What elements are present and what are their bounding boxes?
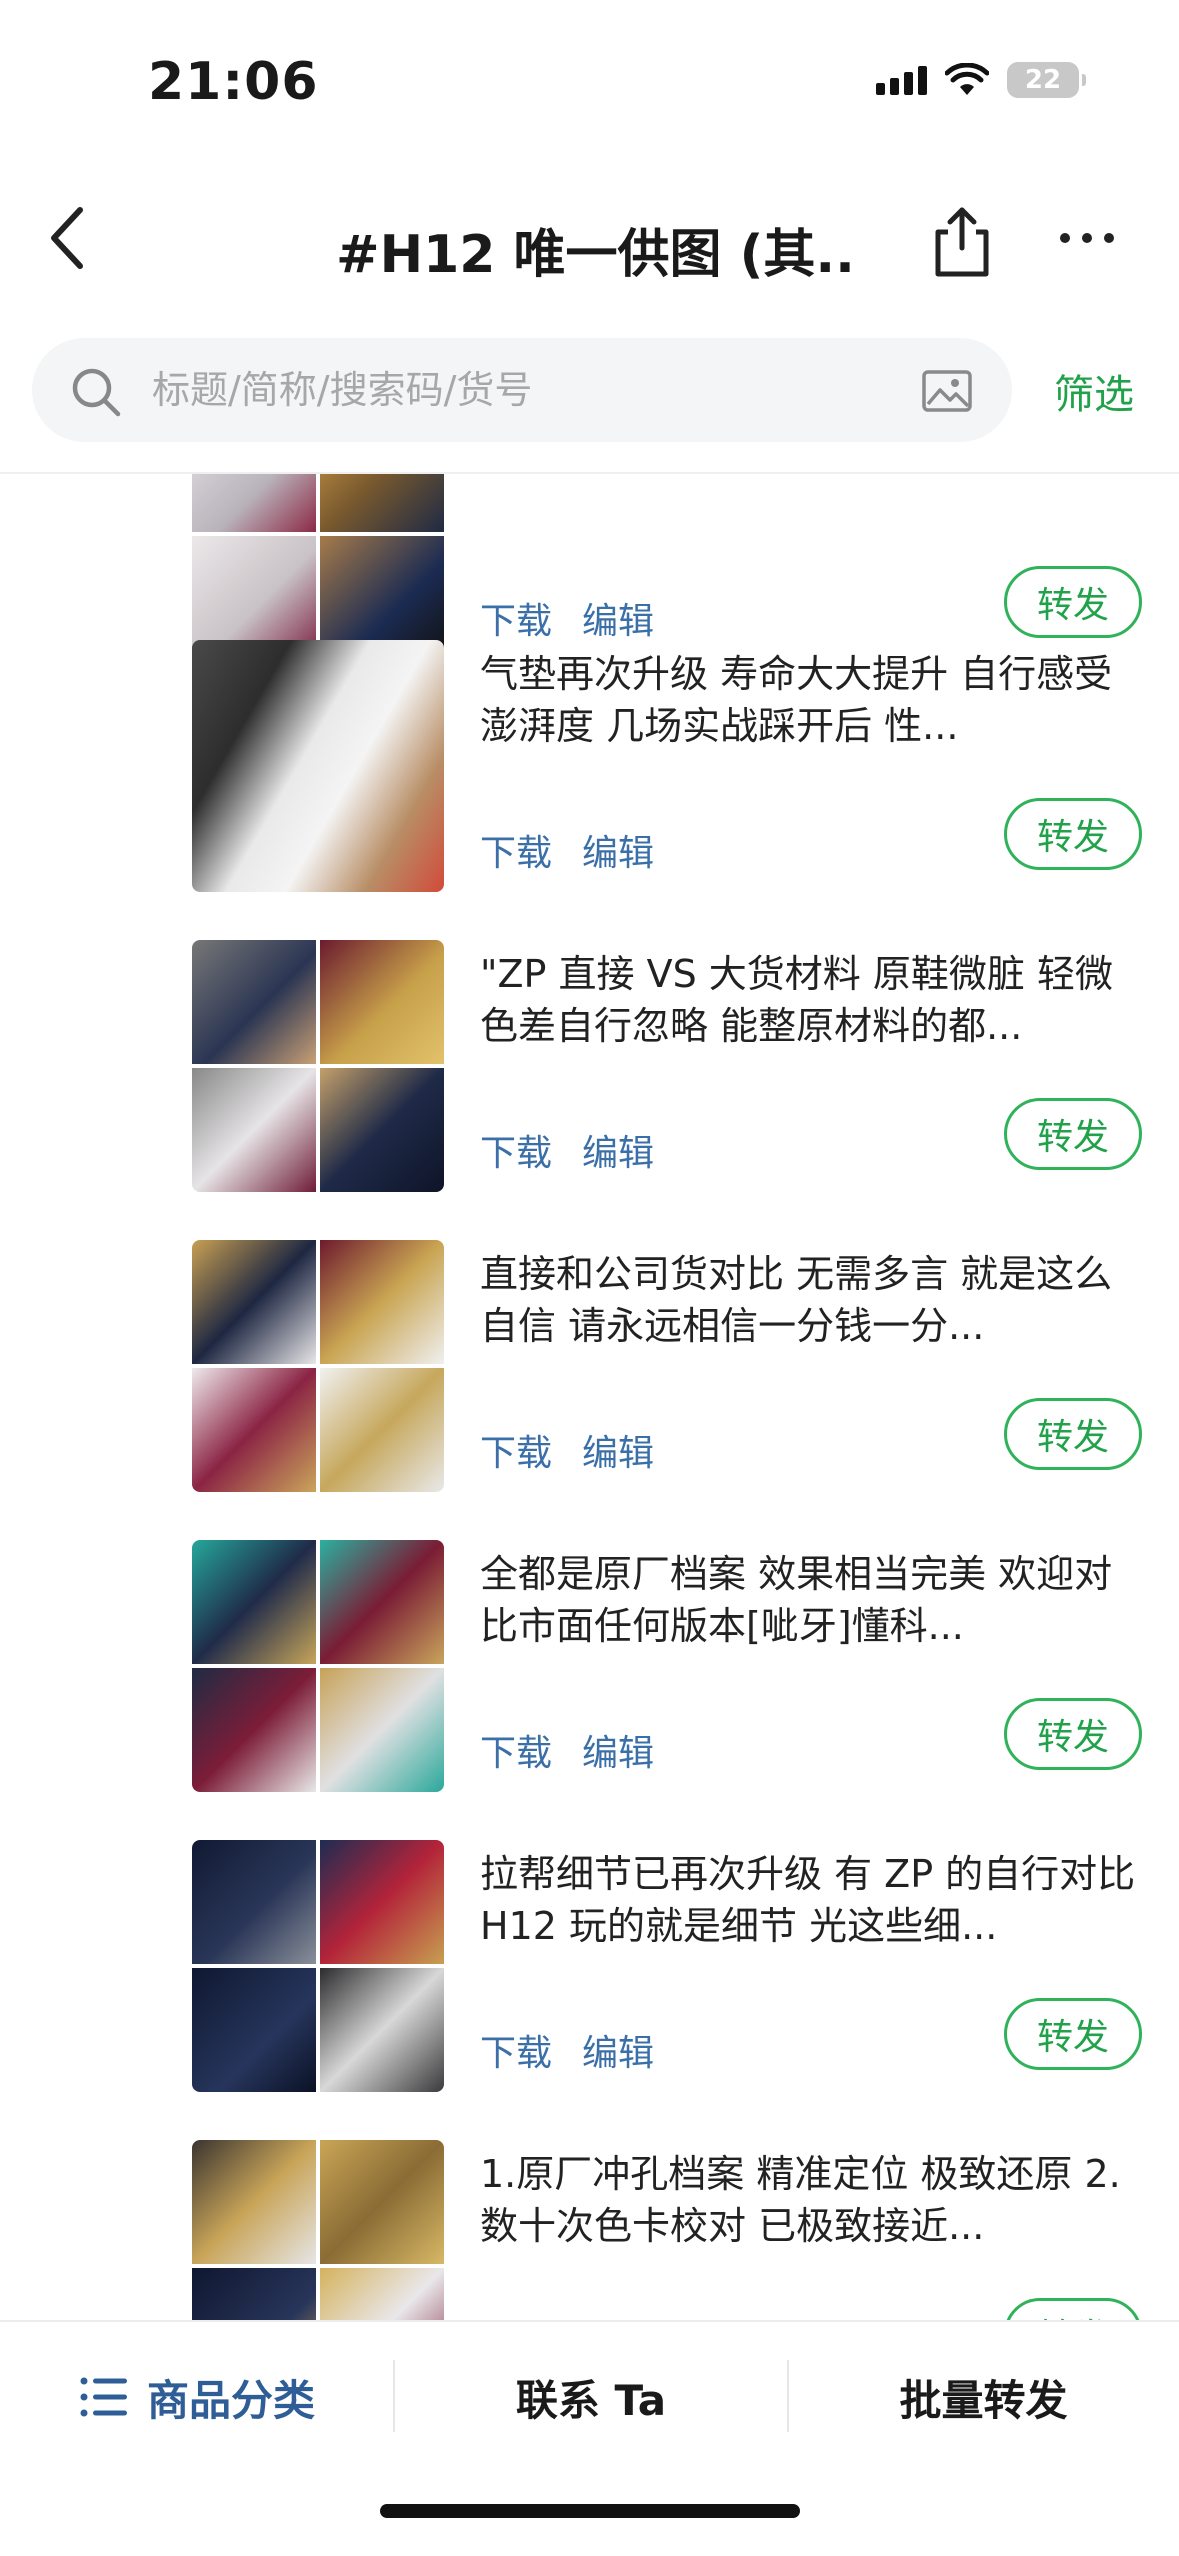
edit-link[interactable]: 编辑 <box>582 824 654 876</box>
list-item: 直接和公司货对比 无需多言 就是这么自信 请永远相信一分钱一分... 下载 编辑… <box>0 1228 1179 1528</box>
image-search-icon[interactable] <box>922 370 972 412</box>
tab-category-label: 商品分类 <box>146 2375 315 2425</box>
forward-button[interactable]: 转发 <box>1004 2298 1142 2320</box>
product-thumbnail[interactable] <box>192 2140 444 2320</box>
download-link[interactable]: 下载 <box>480 824 552 876</box>
product-thumbnail[interactable] <box>192 1240 444 1492</box>
filter-button[interactable]: 筛选 <box>1054 362 1134 420</box>
product-description[interactable]: 直接和公司货对比 无需多言 就是这么自信 请永远相信一分钱一分... <box>480 1248 1140 1352</box>
list-item: 1.原厂冲孔档案 精准定位 极致还原 2.数十次色卡校对 已极致接近... 下载… <box>0 2128 1179 2320</box>
list-item: 全都是原厂档案 效果相当完美 欢迎对比市面任何版本[呲牙]懂科... 下载 编辑… <box>0 1528 1179 1828</box>
page-title: #H12 唯一供图 (其... <box>336 225 856 285</box>
item-actions: 下载 编辑 <box>480 2024 654 2076</box>
share-icon[interactable] <box>930 204 994 280</box>
list-icon <box>80 2377 127 2417</box>
product-list[interactable]: 下载 编辑 转发 气垫再次升级 寿命大大提升 自行感受澎湃度 几场实战踩开后 性… <box>0 474 1179 2320</box>
nav-bar: #H12 唯一供图 (其... <box>0 170 1179 320</box>
download-link[interactable]: 下载 <box>480 1724 552 1776</box>
item-actions: 下载 编辑 <box>480 1724 654 1776</box>
status-bar: 21:06 22 <box>0 0 1179 170</box>
product-thumbnail[interactable] <box>192 940 444 1192</box>
download-link[interactable]: 下载 <box>480 1424 552 1476</box>
item-actions: 下载 编辑 <box>480 1124 654 1176</box>
list-item: 拉帮细节已再次升级 有 ZP 的自行对比 H12 玩的就是细节 光这些细... … <box>0 1828 1179 2128</box>
list-item: 气垫再次升级 寿命大大提升 自行感受澎湃度 几场实战踩开后 性... 下载 编辑… <box>0 628 1179 928</box>
item-actions: 下载 编辑 <box>480 824 654 876</box>
home-indicator[interactable] <box>380 2504 800 2518</box>
search-row: 筛选 <box>0 330 1179 448</box>
forward-button[interactable]: 转发 <box>1004 1698 1142 1770</box>
back-icon[interactable] <box>40 198 100 278</box>
battery-icon: 22 <box>1007 62 1086 98</box>
forward-button[interactable]: 转发 <box>1004 1098 1142 1170</box>
product-description[interactable]: "ZP 直接 VS 大货材料 原鞋微脏 轻微色差自行忽略 能整原材料的都... <box>480 948 1140 1052</box>
tab-contact[interactable]: 联系 Ta <box>394 2362 788 2432</box>
edit-link[interactable]: 编辑 <box>582 1124 654 1176</box>
edit-link[interactable]: 编辑 <box>582 1724 654 1776</box>
product-thumbnail[interactable] <box>192 640 444 892</box>
tab-batch-forward[interactable]: 批量转发 <box>788 2362 1179 2432</box>
product-description[interactable]: 1.原厂冲孔档案 精准定位 极致还原 2.数十次色卡校对 已极致接近... <box>480 2148 1140 2252</box>
product-thumbnail[interactable] <box>192 1540 444 1792</box>
cellular-signal-icon <box>876 65 927 95</box>
status-time: 21:06 <box>148 52 319 112</box>
product-description[interactable]: 全都是原厂档案 效果相当完美 欢迎对比市面任何版本[呲牙]懂科... <box>480 1548 1140 1652</box>
product-description[interactable]: 拉帮细节已再次升级 有 ZP 的自行对比 H12 玩的就是细节 光这些细... <box>480 1848 1140 1952</box>
battery-level: 22 <box>1024 65 1062 95</box>
edit-link[interactable]: 编辑 <box>582 2024 654 2076</box>
edit-link[interactable]: 编辑 <box>582 1424 654 1476</box>
search-icon <box>72 368 121 417</box>
download-link[interactable]: 下载 <box>480 2024 552 2076</box>
product-thumbnail[interactable] <box>192 1840 444 2092</box>
wifi-icon <box>945 63 989 95</box>
search-input[interactable] <box>152 338 932 442</box>
item-actions: 下载 编辑 <box>480 1424 654 1476</box>
tab-category[interactable]: 商品分类 <box>0 2362 394 2432</box>
product-description[interactable]: 气垫再次升级 寿命大大提升 自行感受澎湃度 几场实战踩开后 性... <box>480 648 1140 752</box>
forward-button[interactable]: 转发 <box>1004 1398 1142 1470</box>
status-icons: 22 <box>876 62 1086 98</box>
search-box <box>32 338 1012 442</box>
download-link[interactable]: 下载 <box>480 1124 552 1176</box>
forward-button[interactable]: 转发 <box>1004 798 1142 870</box>
more-icon[interactable] <box>1060 218 1130 258</box>
bottom-bar: 商品分类 联系 Ta 批量转发 <box>0 2320 1179 2556</box>
forward-button[interactable]: 转发 <box>1004 1998 1142 2070</box>
list-item: "ZP 直接 VS 大货材料 原鞋微脏 轻微色差自行忽略 能整原材料的都... … <box>0 928 1179 1228</box>
